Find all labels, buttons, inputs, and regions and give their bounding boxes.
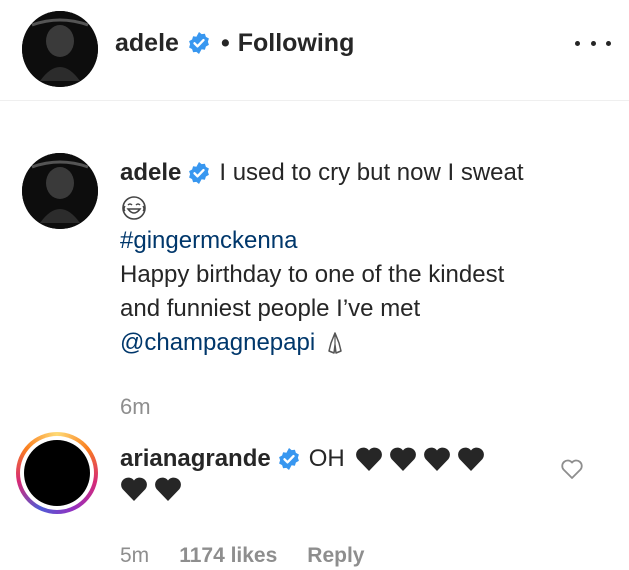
comment-first-line: arianagrande OH bbox=[120, 442, 550, 476]
arianagrande-story-avatar[interactable] bbox=[16, 432, 98, 514]
caption-username[interactable]: adele bbox=[120, 156, 181, 190]
black-heart-emoji bbox=[355, 447, 382, 471]
adele-caption-avatar[interactable] bbox=[22, 153, 98, 229]
laughing-crying-emoji-icon bbox=[122, 195, 146, 220]
avatar-image bbox=[22, 11, 98, 87]
praying-hands-emoji-icon bbox=[328, 332, 342, 354]
caption-hashtag-line: #gingermckenna bbox=[120, 224, 600, 258]
header-username[interactable]: adele bbox=[115, 25, 179, 61]
comment: arianagrande OH bbox=[120, 442, 550, 512]
black-heart-emoji bbox=[389, 447, 416, 471]
verified-badge-icon bbox=[189, 32, 209, 54]
mention-link[interactable]: @champagnepapi bbox=[120, 326, 315, 360]
caption-timestamp[interactable]: 6m bbox=[120, 394, 151, 420]
more-dot bbox=[590, 40, 596, 46]
header-divider bbox=[0, 100, 629, 101]
reply-button[interactable]: Reply bbox=[307, 544, 364, 568]
verified-badge-icon bbox=[189, 162, 210, 184]
following-button[interactable]: Following bbox=[238, 25, 355, 61]
caption-first-line: adele I used to cry but now I sweat bbox=[120, 156, 600, 190]
comment-meta: 5m 1174 likes Reply bbox=[120, 544, 364, 568]
avatar-image bbox=[22, 153, 98, 229]
black-heart-emoji bbox=[423, 447, 450, 471]
more-options-icon[interactable] bbox=[575, 28, 611, 58]
hashtag-link[interactable]: #gingermckenna bbox=[120, 227, 297, 254]
avatar-image bbox=[24, 440, 90, 506]
black-heart-emoji bbox=[155, 477, 181, 501]
comment-timestamp[interactable]: 5m bbox=[120, 544, 149, 568]
caption-text-line2: Happy birthday to one of the kindest bbox=[120, 261, 505, 288]
comment-second-line bbox=[120, 476, 550, 512]
comment-hearts-line2 bbox=[120, 476, 182, 502]
more-dot bbox=[575, 40, 580, 46]
caption-emoji-line bbox=[120, 190, 600, 224]
separator-dot: • bbox=[220, 29, 230, 57]
caption-text-line1: I used to cry but now I sweat bbox=[219, 159, 524, 186]
adele-avatar[interactable] bbox=[22, 11, 98, 87]
post-caption: adele I used to cry but now I sweat #gin… bbox=[120, 156, 600, 360]
heart-outline-icon[interactable] bbox=[560, 458, 584, 480]
comment-text: OH bbox=[308, 445, 345, 472]
black-heart-emoji bbox=[457, 447, 484, 471]
comment-username[interactable]: arianagrande bbox=[120, 442, 271, 476]
comment-hearts-line1 bbox=[355, 446, 485, 472]
post-header: adele • Following bbox=[0, 0, 629, 100]
avatar-ring-gap bbox=[20, 436, 94, 510]
header-user-row: adele • Following bbox=[115, 25, 354, 61]
verified-badge-icon bbox=[278, 448, 299, 470]
caption-mention-line: @champagnepapi bbox=[120, 326, 600, 360]
more-dot bbox=[606, 40, 611, 46]
comment-likes[interactable]: 1174 likes bbox=[179, 544, 277, 568]
black-heart-emoji bbox=[121, 477, 147, 501]
caption-text-line3: and funniest people I’ve met bbox=[120, 295, 421, 322]
